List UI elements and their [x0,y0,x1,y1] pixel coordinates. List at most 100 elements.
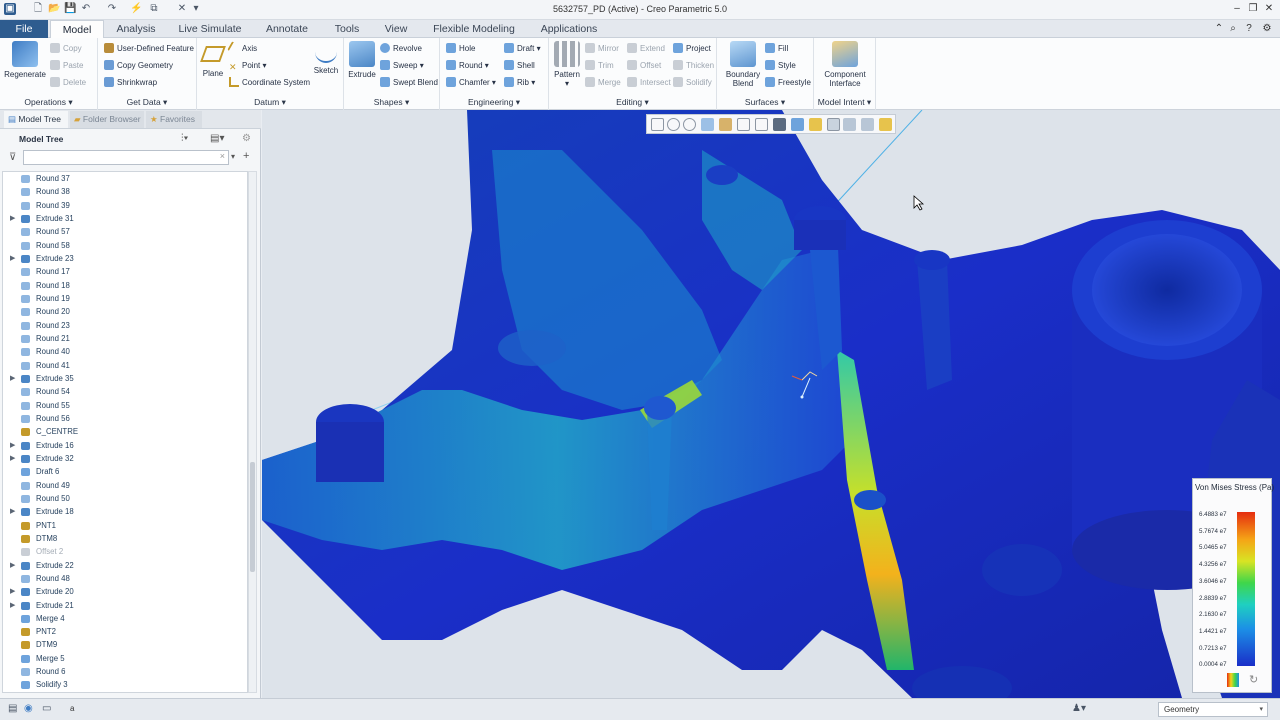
tree-item[interactable]: Round 18 [3,279,247,292]
annotation-display-icon[interactable] [827,118,840,131]
tree-item[interactable]: ▶ Extrude 16 [3,439,247,452]
tree-item[interactable]: PNT1 [3,519,247,532]
expand-arrow-icon[interactable]: ▶ [10,505,15,518]
tab-analysis[interactable]: Analysis [108,20,164,38]
tab-model-tree[interactable]: ▤ Model Tree [4,111,68,128]
rib-button[interactable]: Rib ▾ [504,76,535,89]
expand-arrow-icon[interactable]: ▶ [10,252,15,265]
offset-button[interactable]: Offset [627,59,661,72]
sweep-button[interactable]: Sweep ▾ [380,59,424,72]
smart-select-icon[interactable]: ♟▾ [1072,703,1086,714]
coordinate-system-button[interactable]: Coordinate System [229,76,310,89]
stress-fringe-model[interactable] [262,110,1280,698]
trim-button[interactable]: Trim [585,59,614,72]
sketch-button[interactable]: Sketch [311,41,341,75]
repaint-icon[interactable] [701,118,714,131]
editing-group-label[interactable]: Editing ▾ [549,97,716,108]
tree-item[interactable]: Round 50 [3,492,247,505]
operations-group-label[interactable]: Operations ▾ [0,97,97,108]
tab-annotate[interactable]: Annotate [256,20,318,38]
tree-item[interactable]: Round 20 [3,305,247,318]
mirror-button[interactable]: Mirror [585,42,619,55]
plane-button[interactable]: Plane [200,41,226,78]
tree-item[interactable]: Round 54 [3,385,247,398]
tree-item[interactable]: Round 38 [3,185,247,198]
project-button[interactable]: Project [673,42,711,55]
spin-center-icon[interactable] [843,118,856,131]
paste-button[interactable]: Paste [50,59,83,72]
tree-item[interactable]: Round 6 [3,665,247,678]
tree-item[interactable]: Round 49 [3,479,247,492]
refit-icon[interactable] [651,118,664,131]
datum-group-label[interactable]: Datum ▾ [197,97,343,108]
model-intent-group-label[interactable]: Model Intent ▾ [814,97,875,108]
intersect-button[interactable]: Intersect [627,76,671,89]
expand-arrow-icon[interactable]: ▶ [10,585,15,598]
tree-item[interactable]: ▶ Extrude 20 [3,585,247,598]
revolve-button[interactable]: Revolve [380,42,422,55]
extend-button[interactable]: Extend [627,42,665,55]
full-screen-icon[interactable]: ▭ [42,703,51,714]
tree-settings-icon[interactable]: ⫶▾ [181,133,188,144]
tree-scrollbar[interactable] [248,171,257,693]
style-button[interactable]: Style [765,59,796,72]
point-button[interactable]: ✕ Point ▾ [229,59,266,72]
tab-applications[interactable]: Applications [530,20,608,38]
thicken-button[interactable]: Thicken [673,59,714,72]
tree-item[interactable]: Round 19 [3,292,247,305]
minimize-button[interactable]: – [1230,3,1244,15]
toggle-navigator-icon[interactable]: ▤ [8,703,17,714]
tree-item[interactable]: Round 41 [3,359,247,372]
hole-button[interactable]: Hole [446,42,475,55]
help-icon[interactable]: ? [1242,23,1256,35]
boundary-blend-button[interactable]: Boundary Blend [721,41,765,88]
zoom-in-icon[interactable] [667,118,680,131]
chamfer-button[interactable]: Chamfer ▾ [446,76,496,89]
tab-model[interactable]: Model [50,20,104,38]
display-style-icon[interactable] [719,118,732,131]
draft-button[interactable]: Draft ▾ [504,42,541,55]
clear-search-icon[interactable]: × [220,151,225,161]
tree-scrollbar-thumb[interactable] [250,462,255,572]
freestyle-button[interactable]: Freestyle [765,76,811,89]
copy-geometry-button[interactable]: Copy Geometry [104,59,173,72]
legend-reset-icon[interactable]: ↻ [1249,673,1258,687]
tree-item[interactable]: ▶ Extrude 22 [3,559,247,572]
engineering-group-label[interactable]: Engineering ▾ [440,97,548,108]
settings-icon[interactable]: ⚙ [1260,23,1274,35]
tree-item[interactable]: Solidify 3 [3,678,247,691]
get-data-group-label[interactable]: Get Data ▾ [98,97,196,108]
datum-display-filters-icon[interactable] [809,118,822,131]
tree-item[interactable]: ▶ Extrude 21 [3,599,247,612]
tree-item[interactable]: ▶ Extrude 35 [3,372,247,385]
tree-item[interactable]: DTM9 [3,638,247,651]
tree-item[interactable]: ▶ Extrude 31 [3,212,247,225]
section-icon[interactable] [791,118,804,131]
tab-live-simulate[interactable]: Live Simulate [168,20,252,38]
tree-filter-options-icon[interactable]: ⚙ [242,133,251,144]
tab-view[interactable]: View [374,20,418,38]
tree-item[interactable]: Round 48 [3,572,247,585]
selection-filter-dropdown[interactable]: Geometry ▾ [1158,702,1268,717]
tree-item[interactable]: Round 40 [3,345,247,358]
tab-flexible-modeling[interactable]: Flexible Modeling [422,20,526,38]
tree-item[interactable]: Round 37 [3,172,247,185]
tree-item[interactable]: ▶ Extrude 23 [3,252,247,265]
tree-item[interactable]: Draft 6 [3,465,247,478]
surfaces-group-label[interactable]: Surfaces ▾ [717,97,813,108]
graphics-window[interactable] [262,110,1280,698]
swept-blend-button[interactable]: Swept Blend [380,76,438,89]
component-interface-button[interactable]: Component Interface [818,41,872,88]
saved-orientations-icon[interactable] [737,118,750,131]
tree-item[interactable]: Round 55 [3,399,247,412]
tab-file[interactable]: File [0,20,48,38]
shrinkwrap-button[interactable]: Shrinkwrap [104,76,157,89]
visibility-icon[interactable] [879,118,892,131]
tree-item[interactable]: Round 56 [3,412,247,425]
tree-columns-icon[interactable]: ▤▾ [210,133,224,144]
tree-item[interactable]: PNT2 [3,625,247,638]
regenerate-button[interactable]: Regenerate [3,41,47,79]
restore-button[interactable]: ❐ [1246,3,1260,15]
tree-item[interactable]: Round 21 [3,332,247,345]
tree-item[interactable]: ▶ Extrude 18 [3,505,247,518]
